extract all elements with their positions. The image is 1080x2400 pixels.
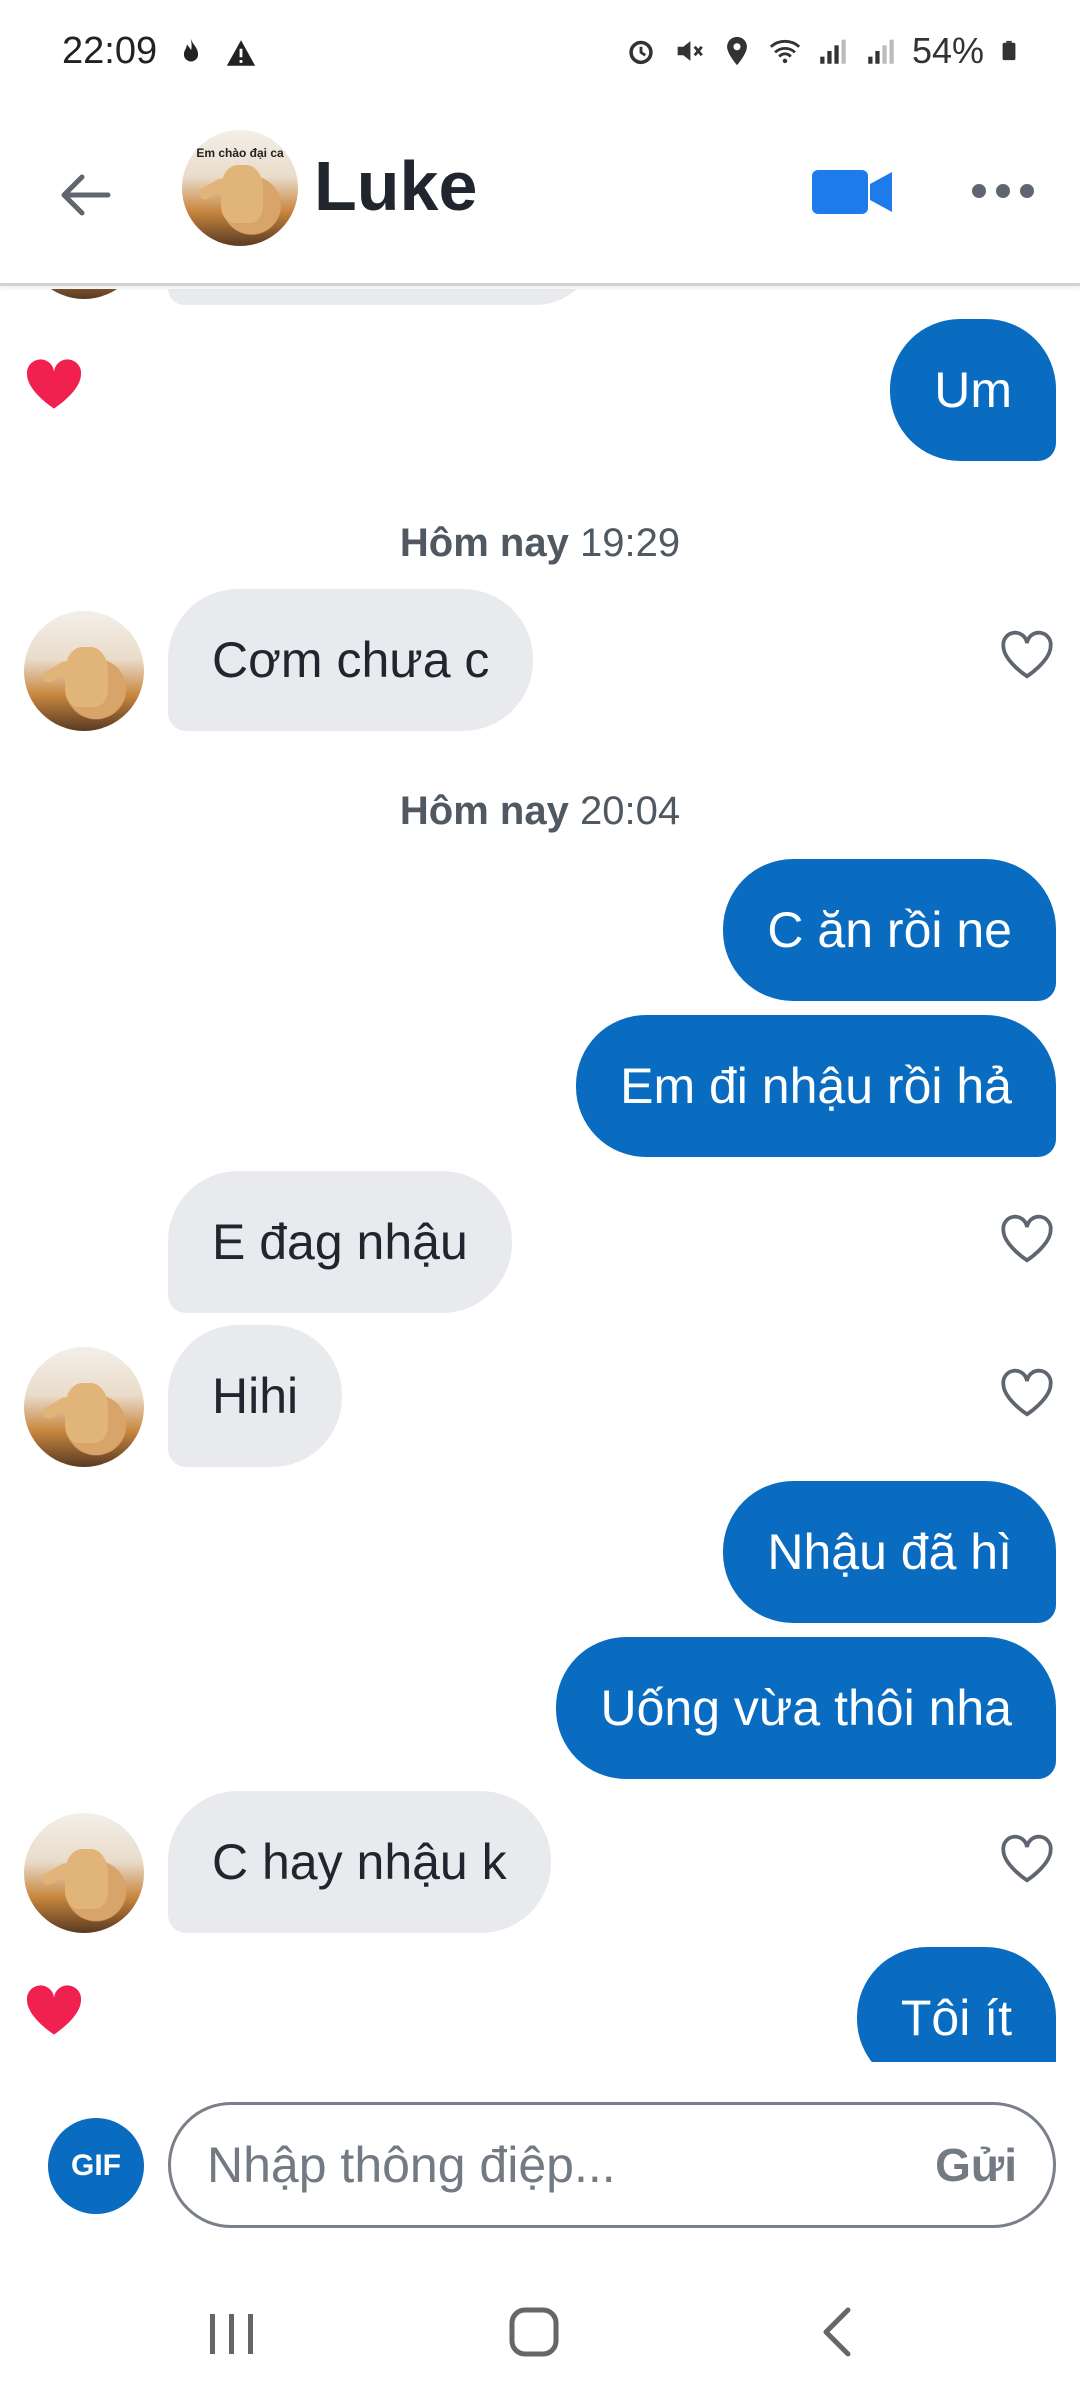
recent-apps-icon xyxy=(210,2314,253,2354)
system-nav-bar xyxy=(0,2258,1080,2400)
back-arrow-icon xyxy=(61,174,111,216)
contact-avatar-small[interactable] xyxy=(24,1347,144,1467)
message-composer: GIF Gửi xyxy=(0,2062,1080,2258)
signal-icon xyxy=(820,39,846,64)
message-bubble-outgoing[interactable]: Em đi nhậu rồi hả xyxy=(576,1015,1056,1157)
back-nav-button[interactable] xyxy=(800,2298,880,2368)
recent-apps-button[interactable] xyxy=(192,2298,272,2368)
heart-filled-icon[interactable] xyxy=(24,357,84,411)
message-timestamp: Hôm nay 19:29 xyxy=(399,521,681,565)
battery-icon xyxy=(1002,40,1016,61)
wifi-icon xyxy=(769,39,801,64)
message-bubble-outgoing[interactable]: C ăn rồi ne xyxy=(723,859,1056,1001)
message-bubble-incoming[interactable]: C hay nhậu k xyxy=(168,1791,551,1933)
heart-filled-icon[interactable] xyxy=(24,1983,84,2037)
heart-outline-icon[interactable] xyxy=(998,1833,1056,1885)
heart-outline-icon[interactable] xyxy=(998,629,1056,681)
message-input[interactable] xyxy=(207,2136,936,2194)
contact-avatar-small xyxy=(24,289,144,299)
message-bubble-incoming[interactable]: E đag nhậu xyxy=(168,1171,512,1313)
contact-name[interactable]: Luke xyxy=(314,146,477,226)
message-bubble-incoming[interactable]: Hihi xyxy=(168,1325,343,1467)
battery-percent: 54% xyxy=(911,30,984,71)
flame-icon xyxy=(183,38,199,62)
avatar-caption: Em chào đại ca xyxy=(196,146,284,161)
alarm-icon xyxy=(629,40,653,65)
message-bubble-outgoing[interactable]: Nhậu đã hì xyxy=(723,1481,1056,1623)
contact-avatar-small[interactable] xyxy=(24,1813,144,1933)
more-dots-icon xyxy=(972,184,1034,198)
video-camera-icon xyxy=(812,170,892,214)
back-icon xyxy=(823,2307,851,2357)
message-bubble-outgoing[interactable]: Uống vừa thôi nha xyxy=(556,1637,1056,1779)
gif-button[interactable]: GIF xyxy=(48,2118,144,2214)
chat-header: Em chào đại ca Luke xyxy=(0,110,1080,286)
heart-outline-icon[interactable] xyxy=(998,1213,1056,1265)
video-call-button[interactable] xyxy=(812,166,894,218)
message-bubble-outgoing[interactable]: Um xyxy=(890,319,1056,461)
signal-icon xyxy=(868,39,894,64)
back-button[interactable] xyxy=(50,160,120,230)
contact-avatar-small[interactable] xyxy=(24,611,144,731)
contact-avatar[interactable]: Em chào đại ca xyxy=(182,130,298,246)
message-list[interactable]: Um Hôm nay 19:29 Cơm chưa c Hôm nay 20:0… xyxy=(0,289,1080,2062)
more-options-button[interactable] xyxy=(970,176,1036,206)
home-icon xyxy=(509,2307,559,2357)
message-field[interactable]: Gửi xyxy=(168,2102,1056,2228)
status-bar: 22:09 54% xyxy=(0,0,1080,110)
send-button[interactable]: Gửi xyxy=(935,2138,1017,2192)
location-icon xyxy=(727,36,747,66)
message-bubble-outgoing[interactable]: Tôi ít xyxy=(856,1947,1056,2062)
message-bubble-incoming-partial xyxy=(168,289,598,305)
warning-icon xyxy=(226,40,256,66)
status-time: 22:09 xyxy=(62,30,158,72)
home-button[interactable] xyxy=(494,2298,574,2368)
message-bubble-incoming[interactable]: Cơm chưa c xyxy=(168,589,534,731)
message-timestamp: Hôm nay 20:04 xyxy=(399,789,681,833)
heart-outline-icon[interactable] xyxy=(998,1367,1056,1419)
mute-icon xyxy=(677,41,703,61)
